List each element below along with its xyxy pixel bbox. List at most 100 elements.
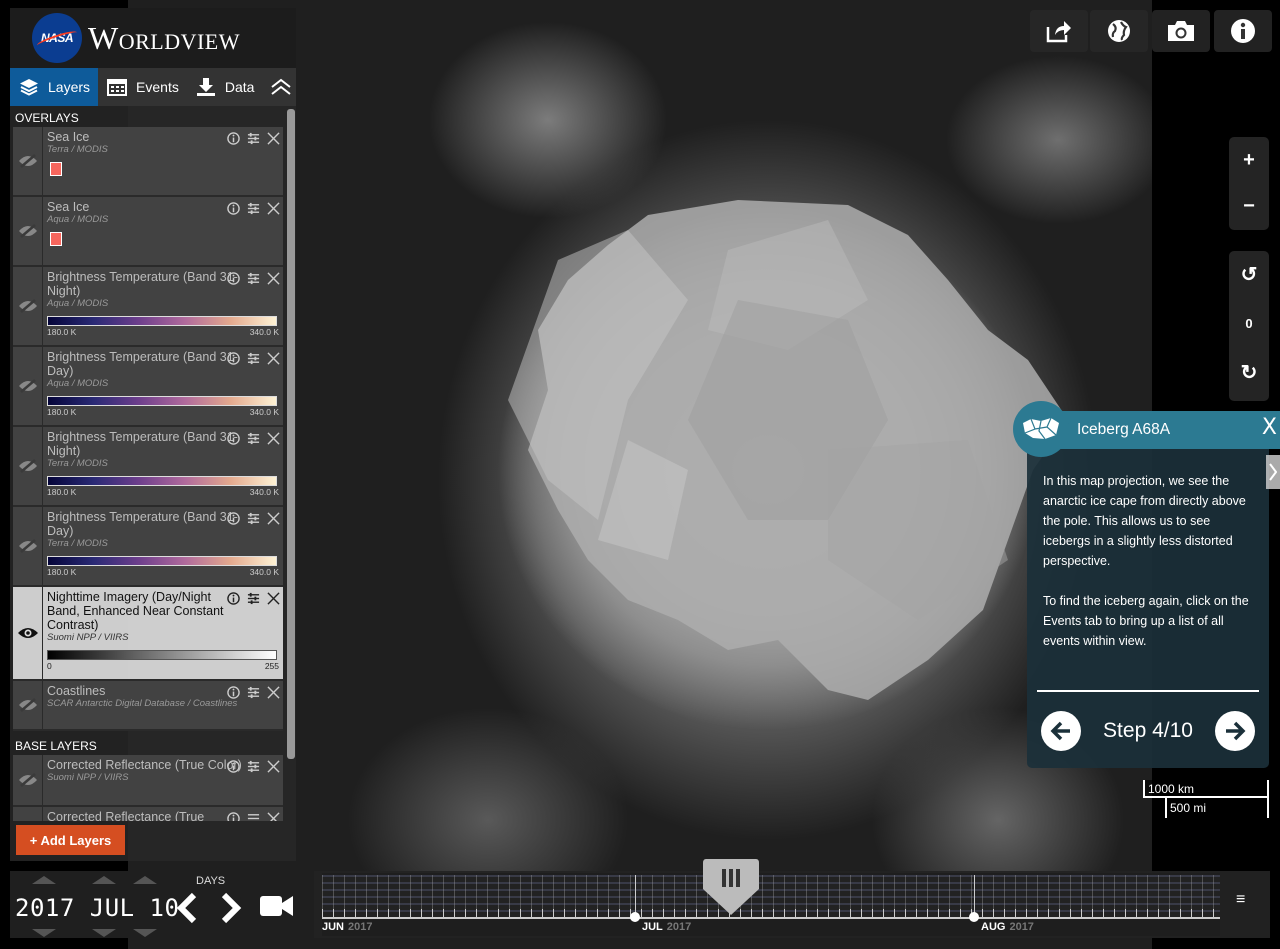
tour-navigation: Step 4/10 <box>1041 709 1255 753</box>
settings-sliders-icon[interactable] <box>245 590 261 606</box>
info-button[interactable] <box>1214 10 1272 52</box>
tab-layers[interactable]: Layers <box>10 68 99 106</box>
settings-sliders-icon[interactable] <box>245 758 261 774</box>
info-icon[interactable] <box>225 810 241 821</box>
eye-hidden-icon[interactable] <box>13 807 43 821</box>
layer-item[interactable]: Sea Ice Terra / MODIS <box>13 127 283 197</box>
info-icon[interactable] <box>225 130 241 146</box>
settings-sliders-icon[interactable] <box>245 684 261 700</box>
scale-km: 1000 km <box>1143 780 1269 798</box>
info-icon[interactable] <box>225 758 241 774</box>
timeline-menu-icon[interactable]: ≡ <box>1236 891 1245 909</box>
brand-header[interactable]: NASA Worldview <box>10 8 296 68</box>
rotation-controls: ↺ 0 ↻ <box>1229 251 1269 401</box>
info-icon[interactable] <box>225 350 241 366</box>
info-icon[interactable] <box>225 590 241 606</box>
zoom-out-button[interactable]: − <box>1229 183 1269 229</box>
info-icon[interactable] <box>225 510 241 526</box>
close-icon[interactable] <box>265 130 281 146</box>
close-icon[interactable] <box>265 590 281 606</box>
info-icon[interactable] <box>225 684 241 700</box>
eye-hidden-icon[interactable] <box>13 347 43 425</box>
info-icon[interactable] <box>225 430 241 446</box>
eye-hidden-icon[interactable] <box>13 681 43 729</box>
month-label[interactable]: JUL 2017 <box>642 921 691 933</box>
share-button[interactable] <box>1030 10 1088 52</box>
close-icon[interactable] <box>265 350 281 366</box>
eye-hidden-icon[interactable] <box>13 197 43 265</box>
settings-sliders-icon[interactable] <box>245 130 261 146</box>
tab-events-label: Events <box>136 79 179 95</box>
next-day-button[interactable] <box>218 891 244 934</box>
eye-hidden-icon[interactable] <box>13 427 43 505</box>
current-date[interactable]: 2017 JUL 10 <box>15 894 179 922</box>
colorbar-min: 0 <box>47 661 52 671</box>
info-icon[interactable] <box>225 270 241 286</box>
screenshot-button[interactable] <box>1152 10 1210 52</box>
layer-item[interactable]: Brightness Temperature (Band 31-Night) T… <box>13 427 283 507</box>
eye-icon[interactable] <box>13 587 43 679</box>
colorbar-min: 180.0 K <box>47 567 77 577</box>
day-down-caret[interactable] <box>133 929 157 937</box>
layer-item[interactable]: Corrected Reflectance (True Color) Suomi… <box>13 755 283 807</box>
layer-item[interactable]: Corrected Reflectance (True <box>13 807 283 821</box>
month-down-caret[interactable] <box>92 929 116 937</box>
year-up-caret[interactable] <box>32 876 56 884</box>
chevron-right-icon <box>221 892 242 924</box>
close-icon[interactable] <box>265 430 281 446</box>
date-drag-handle[interactable] <box>702 857 760 917</box>
settings-sliders-icon[interactable] <box>245 430 261 446</box>
close-icon[interactable] <box>265 510 281 526</box>
day-up-caret[interactable] <box>133 876 157 884</box>
close-icon[interactable] <box>265 758 281 774</box>
timeline-axis[interactable]: JUN 2017 JUL 2017 AUG 2017 <box>322 873 1220 936</box>
settings-sliders-icon[interactable] <box>245 510 261 526</box>
tour-next-button[interactable] <box>1215 711 1255 751</box>
tab-events[interactable]: Events <box>98 68 187 106</box>
settings-sliders-icon[interactable] <box>245 810 261 821</box>
month-up-caret[interactable] <box>92 876 116 884</box>
layer-item[interactable]: Coastlines SCAR Antarctic Digital Databa… <box>13 681 283 731</box>
collapse-sidebar-button[interactable] <box>266 68 296 106</box>
year-down-caret[interactable] <box>32 929 56 937</box>
month-label[interactable]: AUG 2017 <box>981 921 1034 933</box>
layer-item-active[interactable]: Nighttime Imagery (Day/Night Band, Enhan… <box>13 587 283 681</box>
settings-sliders-icon[interactable] <box>245 200 261 216</box>
rotation-value[interactable]: 0 <box>1229 297 1269 349</box>
animation-button[interactable] <box>259 893 295 924</box>
close-icon[interactable] <box>265 810 281 821</box>
layer-item[interactable]: Brightness Temperature (Band 31-Day) Ter… <box>13 507 283 587</box>
previous-day-button[interactable] <box>174 891 200 934</box>
layer-item[interactable]: Brightness Temperature (Band 31-Day) Aqu… <box>13 347 283 427</box>
settings-sliders-icon[interactable] <box>245 350 261 366</box>
layer-name: Coastlines <box>47 684 106 698</box>
eye-hidden-icon[interactable] <box>13 507 43 585</box>
add-layers-button[interactable]: + Add Layers <box>16 825 125 855</box>
settings-sliders-icon[interactable] <box>245 270 261 286</box>
month-year: 2017 <box>1009 921 1034 933</box>
month-label[interactable]: JUN 2017 <box>322 921 373 933</box>
tour-previous-button[interactable] <box>1041 711 1081 751</box>
sidebar-tabs: Layers Events Data <box>10 68 296 106</box>
projection-button[interactable] <box>1090 10 1148 52</box>
interval-label[interactable]: DAYS <box>196 875 225 887</box>
info-icon[interactable] <box>225 200 241 216</box>
tour-expand-button[interactable] <box>1266 455 1280 489</box>
tab-data[interactable]: Data <box>187 68 263 106</box>
layer-list-scrollbar[interactable] <box>287 109 295 759</box>
layer-name: Sea Ice <box>47 200 90 214</box>
eye-hidden-icon[interactable] <box>13 755 43 805</box>
close-icon[interactable] <box>265 684 281 700</box>
rotate-left-button[interactable]: ↺ <box>1229 251 1269 297</box>
close-icon[interactable] <box>265 200 281 216</box>
layer-item[interactable]: Brightness Temperature (Band 31-Night) A… <box>13 267 283 347</box>
date-selector: 2017 JUL 10 DAYS <box>10 871 314 938</box>
layer-item[interactable]: Sea Ice Aqua / MODIS <box>13 197 283 267</box>
rotate-right-button[interactable]: ↻ <box>1229 349 1269 395</box>
layer-name: Brightness Temperature (Band 31-Day) <box>47 350 238 378</box>
eye-hidden-icon[interactable] <box>13 267 43 345</box>
zoom-in-button[interactable]: + <box>1229 137 1269 183</box>
eye-hidden-icon[interactable] <box>13 127 43 195</box>
tour-close-button[interactable]: X <box>1262 415 1277 440</box>
close-icon[interactable] <box>265 270 281 286</box>
